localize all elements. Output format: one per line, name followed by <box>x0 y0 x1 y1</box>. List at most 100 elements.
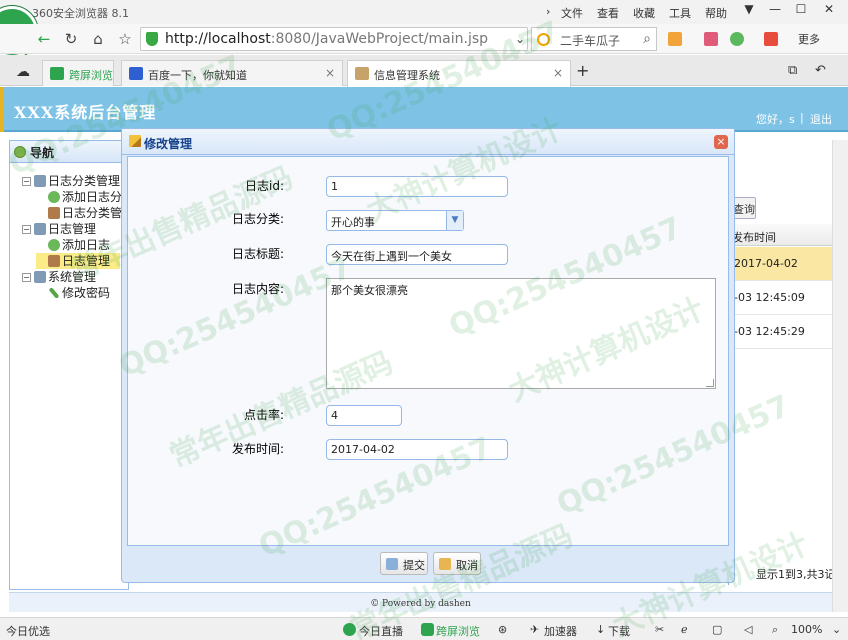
dropdown-chevron-icon[interactable]: ⌄ <box>510 29 530 49</box>
more-menu[interactable]: 更多 <box>798 31 820 47</box>
zoom-chevron-icon[interactable]: ⌄ <box>832 623 841 636</box>
submit-label: 提交 <box>403 559 425 572</box>
tree-label: 添加日志 <box>62 238 111 252</box>
log-content-textarea[interactable]: 那个美女很漂亮 <box>326 278 716 389</box>
url-host: http://localhost <box>165 31 271 47</box>
refresh-icon[interactable]: ↻ <box>61 29 81 49</box>
status-live[interactable]: 今日直播 <box>359 623 403 639</box>
menu-favorites[interactable]: 收藏 <box>633 5 655 21</box>
label-publish-date: 发布时间: <box>231 442 284 456</box>
tab-label: 跨屏浏览 <box>69 69 113 82</box>
restore-tabs-icon[interactable]: ⧉ <box>788 63 797 89</box>
page-icon <box>355 67 369 80</box>
shirt-skin-icon[interactable]: ▼ <box>738 2 760 20</box>
url-input[interactable]: http://localhost:8080/JavaWebProject/mai… <box>140 27 528 51</box>
tab-baidu[interactable]: 百度一下，你就知道 × <box>121 60 343 86</box>
browser-app-title: 360安全浏览器 8.1 <box>32 7 129 20</box>
tab-bar: ☁ 跨屏浏览 百度一下，你就知道 × 信息管理系统 × + ⧉ ↶ <box>0 55 848 89</box>
content-text: 那个美女很漂亮 <box>331 284 408 297</box>
dialog-title: 修改管理 <box>144 137 193 151</box>
new-tab-icon[interactable]: + <box>576 61 589 87</box>
table-row[interactable]: 2017-04-02 <box>728 247 832 281</box>
accent-stripe <box>0 87 4 132</box>
zoom-level[interactable]: 100% <box>791 623 822 636</box>
back-arrow-icon[interactable]: › <box>546 5 550 18</box>
back-icon[interactable]: ← <box>34 29 54 49</box>
logout-link[interactable]: 退出 <box>810 111 832 127</box>
user-icon <box>48 255 60 267</box>
star-icon[interactable]: ☆ <box>115 29 135 49</box>
status-download[interactable]: 下载 <box>608 623 630 639</box>
category-selected-value: 开心的事 <box>331 216 375 229</box>
publish-date-field[interactable]: 2017-04-02 <box>326 439 508 460</box>
collapse-toggle-icon[interactable]: − <box>22 177 31 186</box>
maximize-icon[interactable]: ☐ <box>790 2 812 20</box>
minimize-icon[interactable]: — <box>764 2 786 20</box>
status-bar: 今日优选 今日直播 跨屏浏览 ⊛ ✈ 加速器 ↓ 下载 ✂ ℯ ▢ ◁ ⌕ 10… <box>0 617 848 640</box>
chevron-down-icon[interactable]: ▼ <box>446 211 463 230</box>
close-window-icon[interactable]: ✕ <box>818 2 840 20</box>
vertical-scrollbar[interactable] <box>832 140 848 612</box>
log-title-field[interactable]: 今天在街上遇到一个美女 <box>326 244 508 265</box>
url-path: :8080/JavaWebProject/main.jsp <box>270 31 489 47</box>
cancel-label: 取消 <box>456 559 478 572</box>
cancel-button[interactable]: 取消 <box>433 552 481 575</box>
undo-close-icon[interactable]: ↶ <box>815 63 826 89</box>
status-today-picks[interactable]: 今日优选 <box>6 623 50 639</box>
log-category-select[interactable]: 开心的事 ▼ <box>326 210 464 231</box>
volume-icon[interactable]: ◁ <box>744 623 752 636</box>
close-tab-icon[interactable]: × <box>325 66 335 80</box>
hits-field[interactable]: 4 <box>326 405 402 426</box>
search-engine-icon <box>537 33 550 46</box>
submit-button[interactable]: 提交 <box>380 552 428 575</box>
menu-help[interactable]: 帮助 <box>705 5 727 21</box>
menu-view[interactable]: 查看 <box>597 5 619 21</box>
log-id-field[interactable]: 1 <box>326 176 508 197</box>
security-shield-icon <box>146 32 158 46</box>
tree-label: 日志分类管 <box>62 206 123 220</box>
tab-cross-screen[interactable]: 跨屏浏览 <box>42 60 114 86</box>
collapse-toggle-icon[interactable]: − <box>22 273 31 282</box>
collapse-toggle-icon[interactable]: − <box>22 225 31 234</box>
column-header-date[interactable]: 发布时间 <box>728 224 832 246</box>
tree-node-log-list[interactable]: 日志管理 <box>36 253 120 269</box>
tree-label: 日志分类管理 <box>48 174 121 188</box>
nav-header: 导航 <box>10 141 128 163</box>
translate-icon[interactable] <box>764 32 778 46</box>
label-log-category: 日志分类: <box>231 212 284 226</box>
screenshot-icon[interactable]: ✂ <box>655 623 664 636</box>
search-input[interactable]: 二手车瓜子 ⌕ <box>531 27 657 51</box>
yen-icon[interactable] <box>730 32 744 46</box>
add-icon <box>48 191 60 203</box>
tab-info-system[interactable]: 信息管理系统 × <box>347 60 571 87</box>
resize-grip-icon[interactable] <box>706 379 714 387</box>
edit-pencil-icon <box>129 135 141 147</box>
computer-icon <box>34 271 46 283</box>
tree-label: 系统管理 <box>48 270 97 284</box>
status-accelerator[interactable]: 加速器 <box>544 623 577 639</box>
search-icon[interactable]: ⌕ <box>643 31 651 47</box>
table-row[interactable]: -03 12:45:29 <box>728 315 832 349</box>
dialog-form: 日志id: 1 日志分类: 开心的事 ▼ 日志标题: 今天在街上遇到一个美女 日… <box>127 156 729 546</box>
address-bar-row: ← ↻ ⌂ ☆ http://localhost:8080/JavaWebPro… <box>0 24 848 54</box>
app-header: XXX系统后台管理 您好，s | 退出 <box>0 87 848 132</box>
table-row[interactable]: -03 12:45:09 <box>728 281 832 315</box>
live-icon <box>343 623 356 636</box>
window-icon[interactable]: ▢ <box>712 623 722 636</box>
close-tab-icon[interactable]: × <box>553 66 563 80</box>
close-dialog-icon[interactable]: × <box>714 135 728 149</box>
tree-label: 添加日志分 <box>62 190 123 204</box>
add-icon <box>48 239 60 251</box>
menu-tools[interactable]: 工具 <box>669 5 691 21</box>
home-icon[interactable]: ⌂ <box>88 29 108 49</box>
mail-icon[interactable] <box>704 32 718 46</box>
menu-file[interactable]: 文件 <box>561 5 583 21</box>
zoom-icon[interactable]: ⌕ <box>772 623 778 637</box>
ie-icon[interactable]: ℯ <box>681 623 688 636</box>
network-icon[interactable]: ⊛ <box>498 623 507 636</box>
apps-icon[interactable] <box>668 32 682 46</box>
nav-globe-icon <box>14 146 26 158</box>
rocket-icon: ✈ <box>530 623 540 636</box>
status-cross-screen[interactable]: 跨屏浏览 <box>436 623 480 639</box>
url-text: http://localhost:8080/JavaWebProject/mai… <box>165 31 488 47</box>
